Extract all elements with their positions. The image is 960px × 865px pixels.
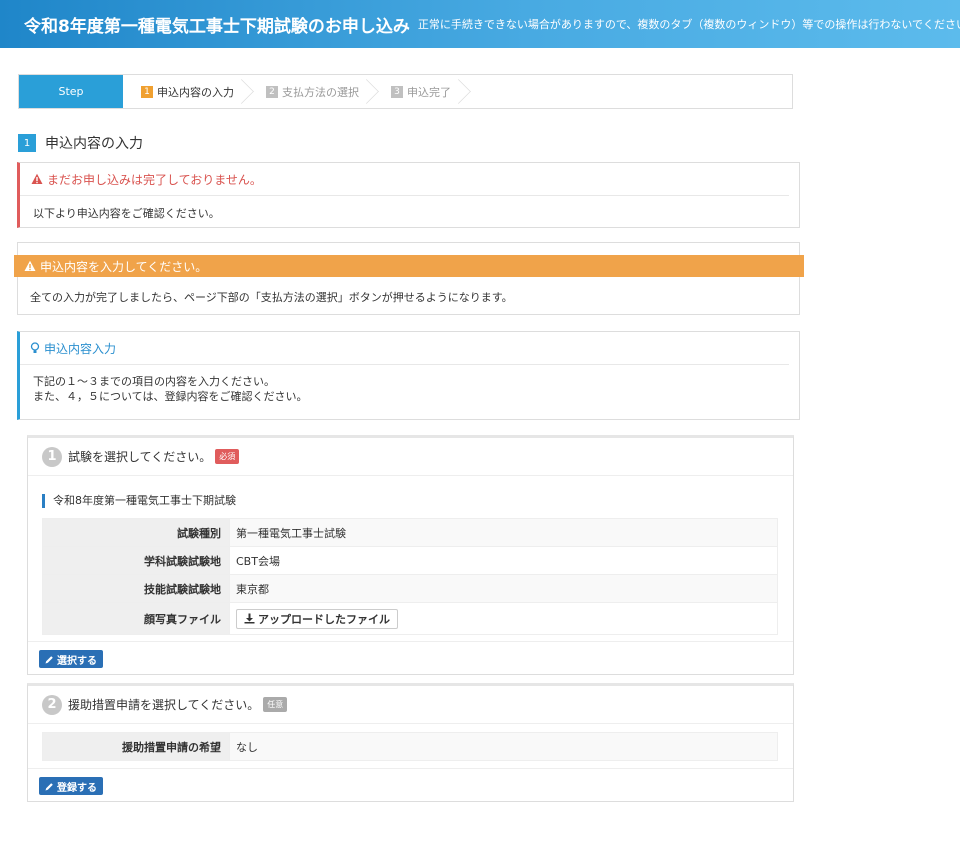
assistance-header: 2 援助措置申請を選択してください。 任意 <box>28 686 793 724</box>
row-label: 技能試験試験地 <box>42 574 230 603</box>
step-number: 1 <box>141 85 153 98</box>
download-icon <box>244 613 255 624</box>
assistance-footer: 登録する <box>28 768 793 802</box>
step-item-input: 1 申込内容の入力 <box>123 75 248 108</box>
table-row: 試験種別 第一種電気工事士試験 <box>42 518 778 547</box>
select-exam-button[interactable]: 選択する <box>39 650 103 668</box>
input-info-line: また、４，５については、登録内容をご確認ください。 <box>33 390 308 403</box>
exam-select-panel: 1 試験を選択してください。 必須 令和8年度第一種電気工事士下期試験 試験種別… <box>27 435 794 675</box>
lightbulb-icon <box>30 342 40 353</box>
step-item-label: 支払方法の選択 <box>282 85 359 99</box>
pencil-icon <box>45 782 53 790</box>
optional-badge: 任意 <box>263 697 288 712</box>
assistance-details-table: 援助措置申請の希望 なし <box>42 732 778 761</box>
panel-number: 2 <box>42 694 62 715</box>
step-item-payment: 2 支払方法の選択 <box>248 75 373 108</box>
input-info-body: 下記の１～３までの項目の内容を入力ください。 また、４，５については、登録内容を… <box>20 365 799 404</box>
row-value: 第一種電気工事士試験 <box>229 518 778 547</box>
row-value: CBT会場 <box>229 546 778 575</box>
panel-number: 1 <box>42 446 62 467</box>
warning-icon <box>31 173 43 184</box>
page-header: 令和8年度第一種電気工事士下期試験のお申し込み 正常に手続きできない場合がありま… <box>0 0 960 48</box>
section-title: 1 申込内容の入力 <box>18 133 143 153</box>
exam-name: 令和8年度第一種電気工事士下期試験 <box>42 494 236 508</box>
uploaded-file-label: アップロードしたファイル <box>258 612 390 626</box>
table-row: 援助措置申請の希望 なし <box>42 732 778 761</box>
step-item-complete: 3 申込完了 <box>373 75 465 108</box>
select-exam-button-label: 選択する <box>57 655 97 667</box>
input-info-box: 申込内容入力 下記の１～３までの項目の内容を入力ください。 また、４，５について… <box>17 331 800 420</box>
section-title-text: 申込内容の入力 <box>45 136 143 152</box>
step-label: Step <box>19 75 123 108</box>
pencil-icon <box>45 655 53 663</box>
exam-select-header: 1 試験を選択してください。 必須 <box>28 438 793 476</box>
row-value: なし <box>229 732 778 761</box>
row-value: 東京都 <box>229 574 778 603</box>
warning-icon <box>24 260 36 271</box>
input-required-alert-title: 申込内容を入力してください。 <box>40 259 208 274</box>
table-row: 技能試験試験地 東京都 <box>42 574 778 603</box>
incomplete-alert-header: まだお申し込みは完了しておりません。 <box>20 163 789 196</box>
assistance-title: 援助措置申請を選択してください。 <box>68 698 260 712</box>
input-info-title: 申込内容入力 <box>44 341 117 356</box>
incomplete-alert: まだお申し込みは完了しておりません。 以下より申込内容をご確認ください。 <box>17 162 800 228</box>
assistance-panel: 2 援助措置申請を選択してください。 任意 援助措置申請の希望 なし 登録する <box>27 683 794 802</box>
row-label: 学科試験試験地 <box>42 546 230 575</box>
step-progress: Step 1 申込内容の入力 2 支払方法の選択 3 申込完了 <box>18 74 793 109</box>
required-badge: 必須 <box>215 449 240 464</box>
incomplete-alert-body: 以下より申込内容をご確認ください。 <box>33 207 220 220</box>
exam-select-footer: 選択する <box>28 641 793 675</box>
row-value: アップロードしたファイル <box>229 602 778 635</box>
row-label: 顔写真ファイル <box>42 602 230 635</box>
section-number-badge: 1 <box>18 134 36 152</box>
input-info-line: 下記の１～３までの項目の内容を入力ください。 <box>33 375 275 388</box>
incomplete-alert-title: まだお申し込みは完了しておりません。 <box>47 172 262 187</box>
uploaded-file-button[interactable]: アップロードしたファイル <box>236 608 398 629</box>
step-item-label: 申込内容の入力 <box>157 85 234 99</box>
register-assistance-button[interactable]: 登録する <box>39 777 103 795</box>
row-label: 援助措置申請の希望 <box>42 732 230 761</box>
table-row: 顔写真ファイル アップロードしたファイル <box>42 602 778 635</box>
exam-select-title: 試験を選択してください。 <box>68 450 212 464</box>
input-required-alert-body: 全ての入力が完了しましたら、ページ下部の「支払方法の選択」ボタンが押せるようにな… <box>30 291 513 304</box>
page-title: 令和8年度第一種電気工事士下期試験のお申し込み <box>24 16 410 37</box>
row-label: 試験種別 <box>42 518 230 547</box>
table-row: 学科試験試験地 CBT会場 <box>42 546 778 575</box>
input-required-alert: 申込内容を入力してください。 全ての入力が完了しましたら、ページ下部の「支払方法… <box>14 242 804 315</box>
step-item-label: 申込完了 <box>407 85 451 99</box>
header-notice: 正常に手続きできない場合がありますので、複数のタブ（複数のウィンドウ）等での操作… <box>417 18 960 31</box>
input-required-alert-header: 申込内容を入力してください。 <box>14 255 804 277</box>
exam-details-table: 試験種別 第一種電気工事士試験 学科試験試験地 CBT会場 技能試験試験地 東京… <box>42 518 778 635</box>
input-info-header: 申込内容入力 <box>20 332 789 365</box>
step-number: 3 <box>391 85 403 98</box>
step-number: 2 <box>266 85 278 98</box>
register-assistance-button-label: 登録する <box>57 782 97 794</box>
